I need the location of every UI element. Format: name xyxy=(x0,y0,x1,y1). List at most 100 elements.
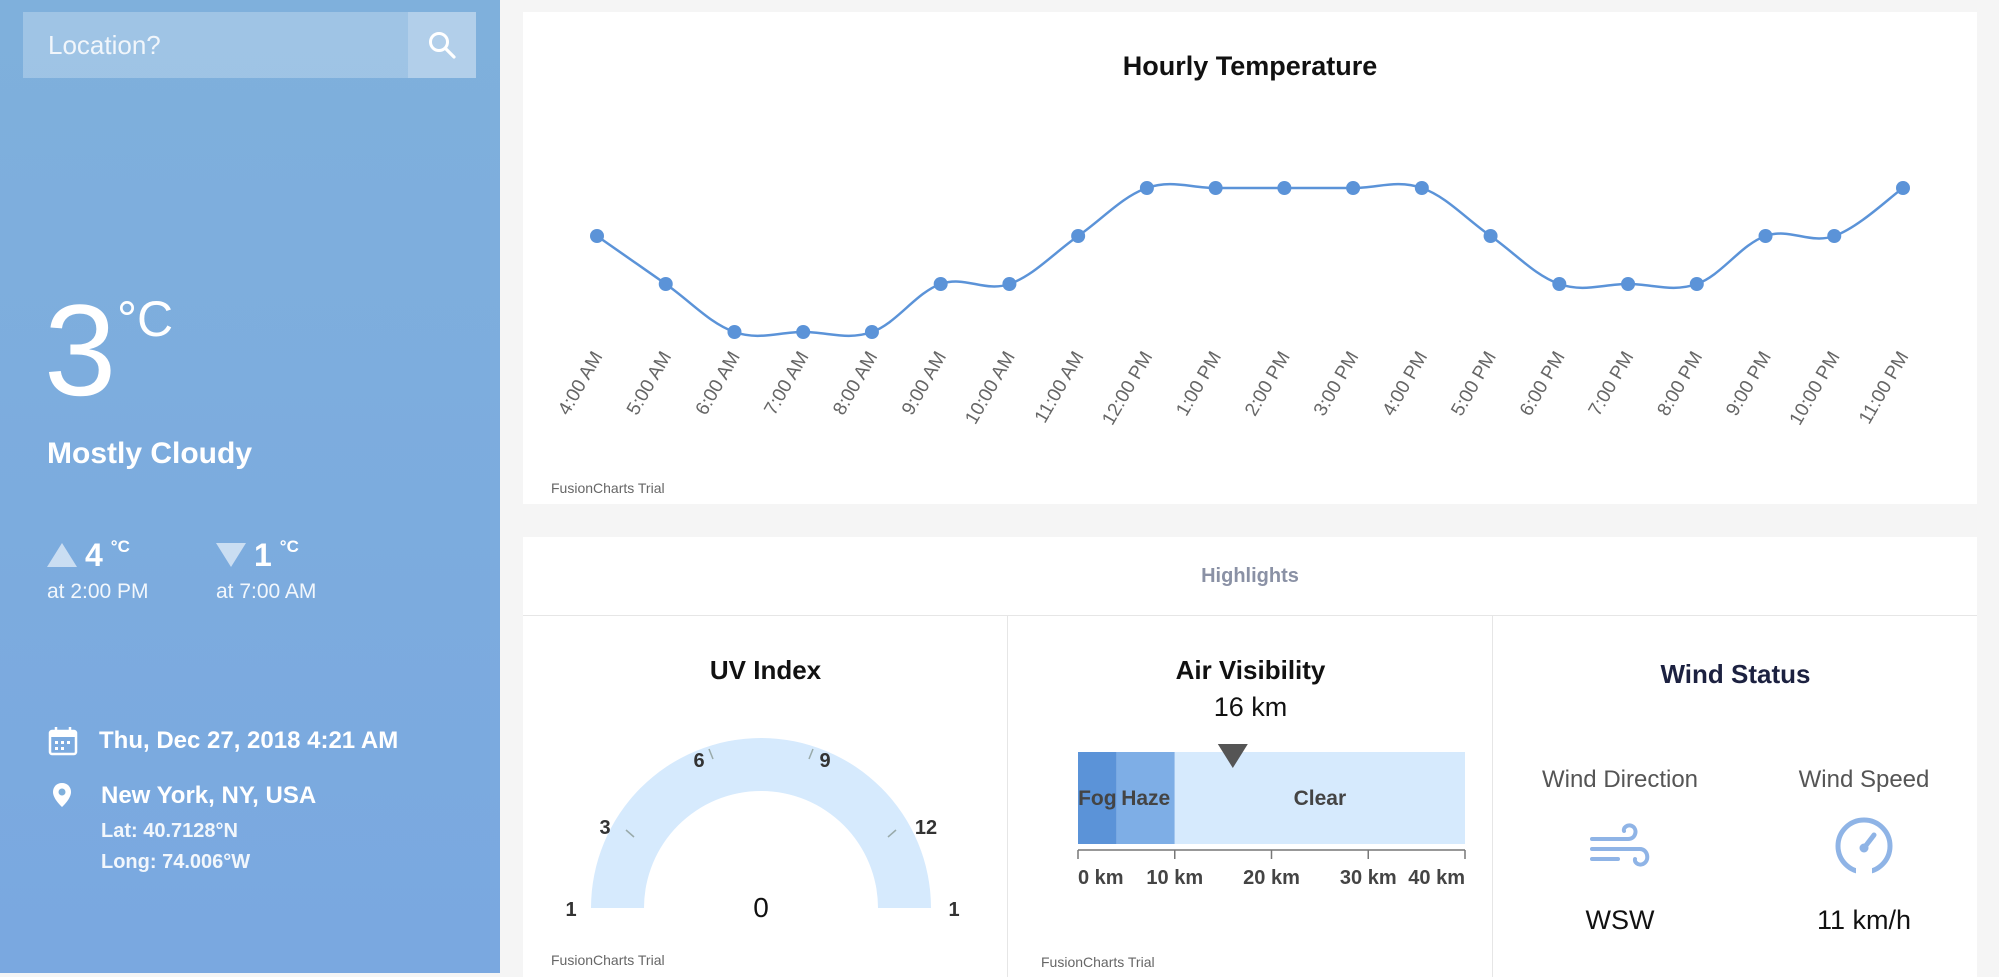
longitude: Long: 74.006°W xyxy=(101,851,251,873)
uv-index-panel: UV Index 3 6 9 12 1 1 0 FusionCharts Tri… xyxy=(523,615,1008,977)
x-axis-label: 8:00 AM xyxy=(829,348,882,419)
location-name: New York, NY, USA xyxy=(101,782,317,809)
hourly-temperature-chart: Hourly Temperature 4:00 AM 5:00 AM 6:00 AM… xyxy=(554,51,1913,429)
temperature-point[interactable] xyxy=(933,277,948,291)
x-axis-label: 11:00 AM xyxy=(1031,348,1089,427)
low-temperature: 1 °C at 7:00 AM xyxy=(216,537,316,604)
search-input[interactable] xyxy=(23,12,408,78)
x-axis-label: 6:00 PM xyxy=(1516,348,1570,420)
temperature-point[interactable] xyxy=(1896,181,1910,195)
temperature-point[interactable] xyxy=(1552,277,1567,291)
visibility-axis-label: 10 km xyxy=(1146,867,1203,889)
high-unit: °C xyxy=(110,537,130,556)
uv-tick-label: 3 xyxy=(599,817,610,839)
wind-speed-label: Wind Speed xyxy=(1798,766,1930,793)
visibility-band-label: Fog xyxy=(1078,787,1116,810)
location-pin-icon xyxy=(53,783,71,807)
temperature-point[interactable] xyxy=(727,325,742,339)
temperature-point[interactable] xyxy=(1277,181,1292,195)
x-axis-label: 11:00 PM xyxy=(1855,348,1913,428)
search-button[interactable] xyxy=(408,12,476,78)
chart-watermark: FusionCharts Trial xyxy=(551,480,665,496)
x-axis-label: 5:00 PM xyxy=(1447,348,1501,420)
temperature-point[interactable] xyxy=(1002,277,1017,291)
visibility-axis-label: 0 km xyxy=(1078,867,1124,889)
visibility-watermark: FusionCharts Trial xyxy=(1041,954,1155,970)
temperature-point[interactable] xyxy=(1208,181,1223,195)
low-unit: °C xyxy=(279,537,299,556)
visibility-band-label: Clear xyxy=(1294,787,1347,810)
temperature-series-line xyxy=(596,182,1904,338)
speedometer-icon xyxy=(1835,817,1893,877)
temperature-point[interactable] xyxy=(1139,181,1154,195)
x-axis-label: 7:00 PM xyxy=(1585,348,1639,420)
uv-tick-label: 9 xyxy=(819,750,830,772)
sidebar: 3 °C Mostly Cloudy 4 °C at 2:00 PM 1 °C … xyxy=(0,0,500,973)
temperature-point[interactable] xyxy=(1827,229,1842,243)
temperature-point[interactable] xyxy=(658,277,673,291)
x-axis-label: 6:00 AM xyxy=(692,348,745,419)
current-temperature: 3 xyxy=(44,277,117,423)
latitude: Lat: 40.7128°N xyxy=(101,820,238,842)
x-axis-label: 5:00 AM xyxy=(623,348,676,419)
high-value: 4 xyxy=(85,537,103,573)
wind-status-panel: Wind Status Wind Direction Wind Speed WS… xyxy=(1492,615,1978,977)
wind-icon xyxy=(1590,823,1650,867)
x-axis-label: 9:00 AM xyxy=(898,348,951,419)
x-axis-label: 10:00 AM xyxy=(961,348,1019,428)
x-axis-label: 9:00 PM xyxy=(1722,348,1776,420)
temperature-unit: °C xyxy=(117,291,174,347)
visibility-axis-label: 20 km xyxy=(1243,867,1300,889)
uv-watermark: FusionCharts Trial xyxy=(551,952,665,968)
temperature-point[interactable] xyxy=(1071,229,1086,243)
calendar-icon xyxy=(48,727,78,756)
x-axis-label: 1:00 PM xyxy=(1172,348,1226,420)
temperature-point[interactable] xyxy=(1758,229,1773,243)
visibility-axis-label: 30 km xyxy=(1340,867,1397,889)
high-time: at 2:00 PM xyxy=(47,580,149,603)
air-visibility-panel: Air Visibility 16 km Fog Haze Clear 0 km 10… xyxy=(1007,615,1493,977)
uv-max-label: 1 xyxy=(948,899,959,921)
uv-value: 0 xyxy=(753,892,769,923)
arrow-up-icon xyxy=(47,543,77,567)
temperature-point[interactable] xyxy=(796,325,811,339)
wind-direction-label: Wind Direction xyxy=(1541,766,1699,793)
location-block: New York, NY, USA Lat: 40.7128°N Long: 7… xyxy=(52,782,316,873)
temperature-point[interactable] xyxy=(1414,181,1429,195)
arrow-down-icon xyxy=(216,543,246,567)
search-box xyxy=(23,12,476,78)
wind-speed-value: 11 km/h xyxy=(1816,905,1912,935)
visibility-axis-label: 40 km xyxy=(1408,867,1465,889)
uv-gauge-arc xyxy=(591,738,931,908)
temperature-point[interactable] xyxy=(590,229,604,243)
x-axis-label: 12:00 PM xyxy=(1098,348,1157,429)
weather-condition: Mostly Cloudy xyxy=(47,437,253,470)
highlights-title: Highlights xyxy=(523,537,1977,616)
low-value: 1 xyxy=(254,537,272,573)
x-axis-label: 3:00 PM xyxy=(1310,348,1364,420)
x-axis-label: 8:00 PM xyxy=(1654,348,1708,420)
wind-direction-value: WSW xyxy=(1585,905,1655,935)
x-axis-label: 10:00 PM xyxy=(1786,348,1845,429)
uv-gauge: 3 6 9 12 1 1 0 xyxy=(565,738,960,923)
temperature-point[interactable] xyxy=(864,325,879,339)
chart-title: Hourly Temperature xyxy=(1123,51,1378,81)
visibility-band-label: Haze xyxy=(1121,787,1170,810)
x-axis-label: 2:00 PM xyxy=(1241,348,1295,420)
date-row: Thu, Dec 27, 2018 4:21 AM xyxy=(47,725,398,757)
x-axis-label: 4:00 AM xyxy=(554,348,607,419)
highlights-card: Highlights UV Index 3 6 9 12 1 1 0 Fusio… xyxy=(523,537,1977,977)
temperature-point[interactable] xyxy=(1621,277,1636,291)
current-datetime: Thu, Dec 27, 2018 4:21 AM xyxy=(99,727,399,754)
uv-min-label: 1 xyxy=(565,899,576,921)
air-visibility-scale: Fog Haze Clear 0 km 10 km 20 km 30 km 40 km xyxy=(1077,744,1466,889)
x-axis-label: 4:00 PM xyxy=(1379,348,1433,420)
temperature-point[interactable] xyxy=(1483,229,1498,243)
search-icon xyxy=(429,32,456,59)
hourly-temperature-card: Hourly Temperature 4:00 AM 5:00 AM 6:00 AM… xyxy=(523,12,1977,504)
wind-status-title: Wind Status xyxy=(1660,659,1811,689)
temperature-point[interactable] xyxy=(1346,181,1361,195)
temperature-point[interactable] xyxy=(1689,277,1704,291)
uv-tick-label: 12 xyxy=(915,817,937,839)
uv-tick-label: 6 xyxy=(693,750,704,772)
